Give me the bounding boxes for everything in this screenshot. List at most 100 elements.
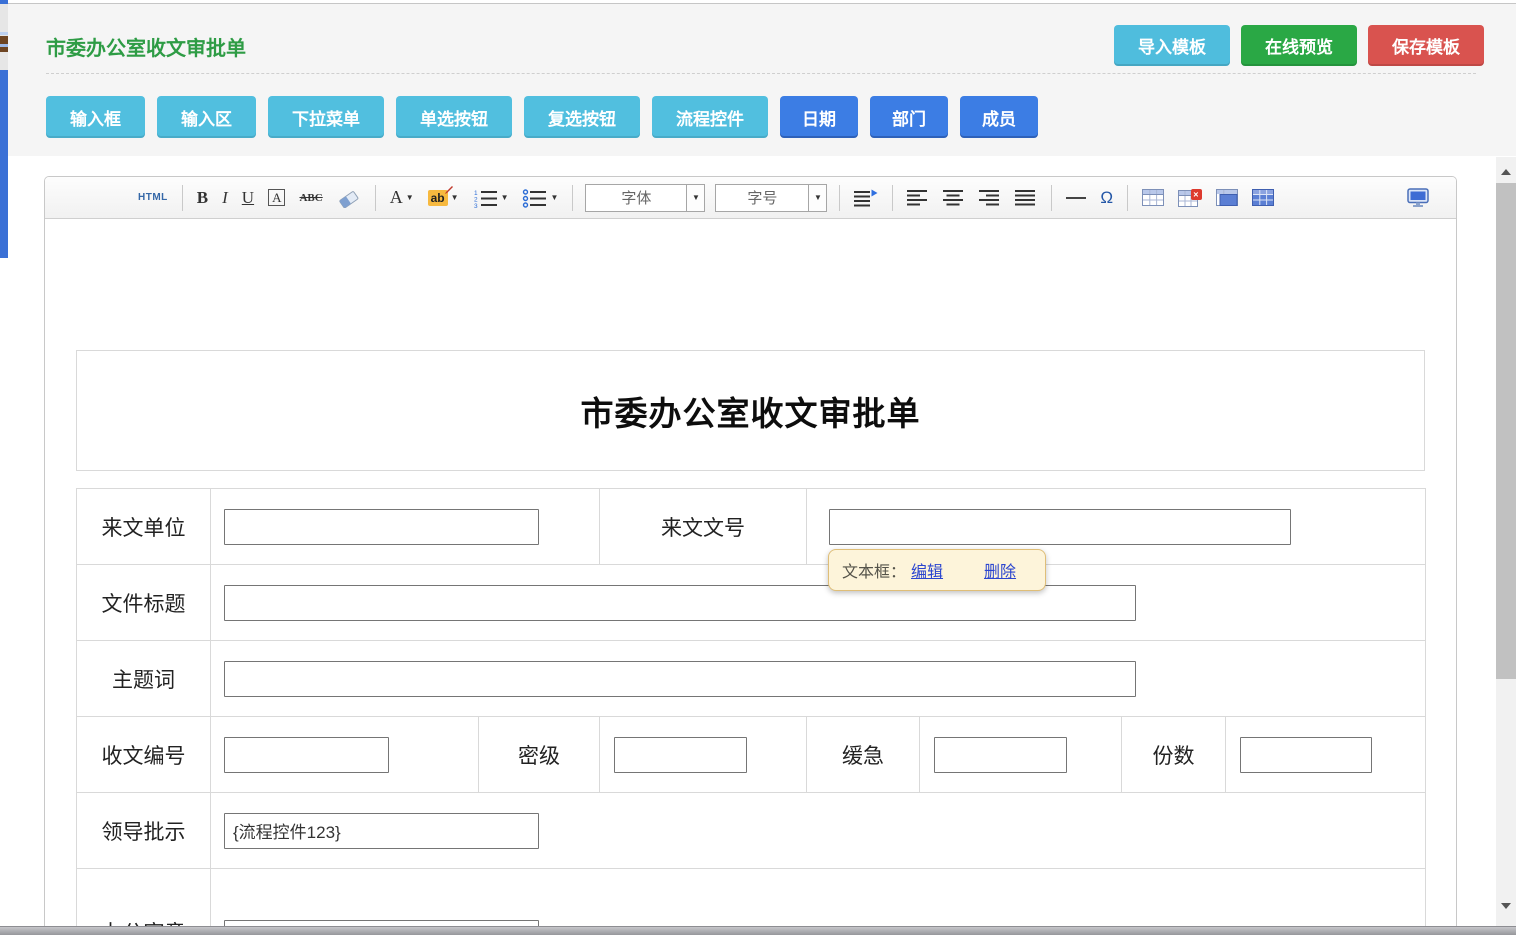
toolbar-separator — [892, 185, 893, 211]
window-bottom-edge — [0, 926, 1516, 935]
horizontal-rule-button[interactable] — [1062, 195, 1090, 201]
bold-button[interactable]: B — [193, 186, 212, 210]
font-family-select[interactable]: 字体 ▼ — [585, 184, 705, 212]
pencil-icon — [444, 185, 454, 195]
align-center-button[interactable] — [939, 187, 969, 209]
table-row: 领导批示 — [77, 793, 1426, 869]
scrollbar-thumb[interactable] — [1496, 183, 1516, 679]
table-properties-button[interactable] — [1212, 187, 1242, 208]
scroll-up-arrow[interactable] — [1496, 163, 1516, 180]
unordered-list-button[interactable]: ▼ — [518, 186, 562, 210]
indent-button[interactable] — [850, 187, 882, 209]
dashed-divider — [46, 73, 1476, 74]
chevron-down-icon: ▼ — [808, 185, 826, 211]
html-source-button[interactable]: HTML — [134, 190, 172, 205]
edge-blue-top — [0, 0, 8, 4]
copies-input[interactable] — [1240, 737, 1372, 773]
edge-blue-bar — [0, 70, 8, 258]
receipt-number-label: 收文编号 — [77, 717, 211, 793]
add-department-button[interactable]: 部门 — [870, 96, 948, 138]
chevron-down-icon: ▼ — [686, 185, 704, 211]
toolbar-separator — [182, 185, 183, 211]
save-template-button[interactable]: 保存模板 — [1368, 25, 1484, 66]
leader-note-label: 领导批示 — [77, 793, 211, 869]
edge-mark — [0, 32, 8, 35]
source-unit-input[interactable] — [224, 509, 539, 545]
special-char-button[interactable]: Ω — [1096, 186, 1117, 210]
copies-label: 份数 — [1122, 717, 1226, 793]
approval-form-table: 来文单位 来文文号 文件标题 主题词 收文编号 密级 — [76, 488, 1426, 935]
edge-mark — [0, 44, 8, 47]
add-input-box-button[interactable]: 输入框 — [46, 96, 145, 138]
add-textarea-button[interactable]: 输入区 — [157, 96, 256, 138]
chevron-down-icon: ▼ — [406, 193, 414, 202]
delete-table-button[interactable]: × — [1174, 187, 1206, 209]
chevron-down-icon: ▼ — [550, 193, 558, 202]
form-title-box: 市委办公室收文审批单 — [76, 350, 1425, 471]
keywords-input[interactable] — [224, 661, 1136, 697]
secrecy-label: 密级 — [479, 717, 600, 793]
online-preview-button[interactable]: 在线预览 — [1241, 25, 1357, 66]
align-left-button[interactable] — [903, 187, 933, 209]
add-radio-button[interactable]: 单选按钮 — [396, 96, 512, 138]
leader-note-input[interactable] — [224, 813, 539, 849]
page-title: 市委办公室收文审批单 — [46, 32, 246, 61]
strikethrough-button[interactable]: ABC — [295, 190, 326, 206]
urgency-label: 缓急 — [807, 717, 920, 793]
tooltip-label: 文本框： — [842, 558, 906, 582]
add-date-button[interactable]: 日期 — [780, 96, 858, 138]
page-header: 市委办公室收文审批单 导入模板 在线预览 保存模板 输入框 输入区 下拉菜单 单… — [8, 3, 1516, 156]
ordered-list-button[interactable]: 1 2 3 ▼ — [469, 186, 513, 210]
delete-link[interactable]: 删除 — [984, 558, 1016, 582]
align-justify-button[interactable] — [1011, 187, 1041, 209]
font-size-select[interactable]: 字号 ▼ — [715, 184, 827, 212]
toolbar-separator — [375, 185, 376, 211]
toolbar-separator — [839, 185, 840, 211]
doc-number-label: 来文文号 — [600, 489, 807, 565]
doc-title-label: 文件标题 — [77, 565, 211, 641]
edit-link[interactable]: 编辑 — [911, 558, 943, 582]
toolbar-separator — [572, 185, 573, 211]
eraser-icon[interactable] — [333, 186, 365, 210]
rich-text-editor: HTML B I U A ABC A ▼ — [44, 176, 1457, 935]
svg-text:×: × — [1193, 189, 1198, 199]
control-tooltip: 文本框： 编辑 删除 — [828, 549, 1046, 591]
scroll-down-arrow[interactable] — [1496, 897, 1516, 914]
receipt-number-input[interactable] — [224, 737, 389, 773]
add-flow-control-button[interactable]: 流程控件 — [652, 96, 768, 138]
secrecy-input[interactable] — [614, 737, 747, 773]
browser-edge-strip — [0, 0, 8, 258]
form-title: 市委办公室收文审批单 — [581, 387, 921, 435]
format-block-button[interactable]: A — [264, 187, 289, 208]
editor-canvas[interactable]: 市委办公室收文审批单 来文单位 来文文号 文件标题 主 — [45, 350, 1456, 935]
table-row: 收文编号 密级 缓急 份数 — [77, 717, 1426, 793]
chevron-down-icon: ▼ — [501, 193, 509, 202]
highlight-color-button[interactable]: ab ▼ — [424, 187, 463, 209]
cell-properties-button[interactable] — [1248, 187, 1278, 208]
editor-toolbar: HTML B I U A ABC A ▼ — [45, 177, 1456, 219]
svg-text:3: 3 — [474, 203, 478, 208]
font-color-button[interactable]: A ▼ — [386, 185, 418, 210]
table-row: 文件标题 — [77, 565, 1426, 641]
insert-table-button[interactable] — [1138, 187, 1168, 208]
app-window: 市委办公室收文审批单 导入模板 在线预览 保存模板 输入框 输入区 下拉菜单 单… — [0, 0, 1516, 935]
header-actions: 导入模板 在线预览 保存模板 — [1114, 25, 1484, 66]
fullscreen-button[interactable] — [1402, 186, 1434, 210]
add-member-button[interactable]: 成员 — [960, 96, 1038, 138]
toolbar-separator — [1051, 185, 1052, 211]
urgency-input[interactable] — [934, 737, 1067, 773]
align-right-button[interactable] — [975, 187, 1005, 209]
table-row: 来文单位 来文文号 — [77, 489, 1426, 565]
control-button-row: 输入框 输入区 下拉菜单 单选按钮 复选按钮 流程控件 日期 部门 成员 — [46, 96, 1038, 138]
add-checkbox-button[interactable]: 复选按钮 — [524, 96, 640, 138]
import-template-button[interactable]: 导入模板 — [1114, 25, 1230, 66]
table-row: 主题词 — [77, 641, 1426, 717]
italic-button[interactable]: I — [218, 186, 232, 210]
add-dropdown-button[interactable]: 下拉菜单 — [268, 96, 384, 138]
vertical-scrollbar[interactable] — [1496, 157, 1516, 926]
doc-number-input[interactable] — [829, 509, 1291, 545]
toolbar-separator — [1127, 185, 1128, 211]
underline-button[interactable]: U — [238, 186, 258, 210]
source-unit-label: 来文单位 — [77, 489, 211, 565]
keywords-label: 主题词 — [77, 641, 211, 717]
